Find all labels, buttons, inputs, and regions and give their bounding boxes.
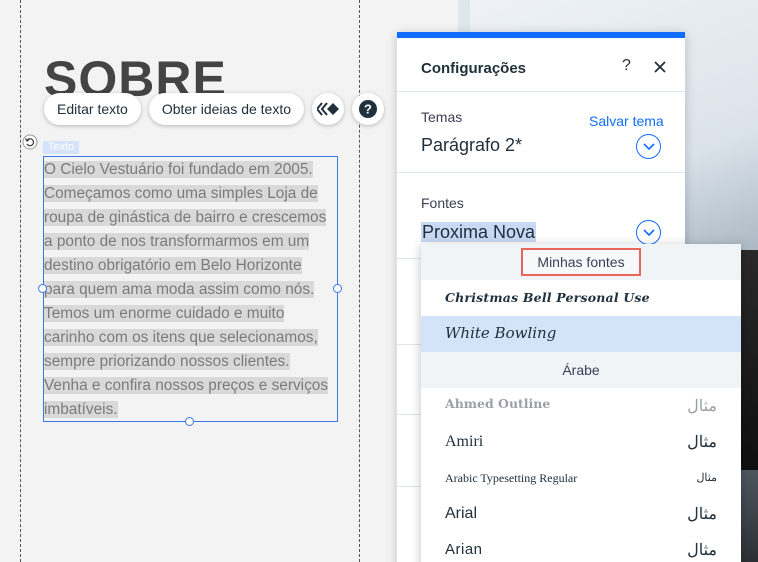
question-icon: ?: [359, 100, 378, 118]
arabic-header: Árabe: [421, 352, 741, 388]
font-option-ahmed-outline[interactable]: Ahmed Outline مثال: [421, 388, 741, 424]
close-icon[interactable]: [653, 60, 667, 74]
paragraph-line: destino obrigatório em Belo Horizonte: [44, 257, 302, 274]
text-toolbar: Editar texto Obter ideias de texto ?: [44, 93, 385, 125]
font-value[interactable]: Proxima Nova: [421, 222, 537, 243]
paragraph-line: roupa de ginástica de bairro e crescemos: [44, 209, 327, 226]
resize-handle-left[interactable]: [38, 284, 47, 293]
font-value-text: Proxima Nova: [421, 222, 537, 242]
font-option-arabic-typesetting[interactable]: Arabic Typesetting Regular مثال: [421, 460, 741, 496]
panel-help-icon[interactable]: ?: [622, 57, 631, 75]
paragraph-line: Começamos como uma simples Loja de: [44, 185, 318, 202]
themes-label: Temas: [421, 109, 463, 125]
paragraph-line: Venha e confira nossos preços e serviços: [44, 377, 329, 394]
paragraph-line: a ponto de nos transformarmos em um: [44, 233, 310, 250]
my-fonts-label: Minhas fontes: [521, 248, 641, 276]
divider: [397, 91, 685, 92]
gridline-left: [20, 0, 21, 562]
gridline-right: [359, 0, 360, 562]
paragraph-line: imbatíveis.: [44, 401, 118, 418]
paragraph-text[interactable]: O Cielo Vestuário foi fundado em 2005. C…: [44, 158, 344, 422]
font-option-white-bowling[interactable]: White Bowling: [421, 316, 741, 352]
font-option-amiri[interactable]: Amiri مثال: [421, 424, 741, 460]
save-theme-link[interactable]: Salvar tema: [589, 113, 664, 129]
paragraph-line: O Cielo Vestuário foi fundado em 2005.: [44, 161, 313, 178]
help-button[interactable]: ?: [352, 93, 385, 125]
resize-handle-bottom[interactable]: [185, 417, 194, 426]
edit-text-button[interactable]: Editar texto: [44, 93, 141, 125]
paragraph-line: Temos um enorme cuidado e muito: [44, 305, 285, 322]
resize-handle-right[interactable]: [333, 284, 342, 293]
paragraph-line: para quem ama moda assim como nós.: [44, 281, 315, 298]
chevron-down-icon: [642, 142, 655, 150]
font-option-arial[interactable]: Arial مثال: [421, 496, 741, 532]
font-dropdown-button[interactable]: [636, 220, 661, 245]
divider: [397, 172, 685, 173]
arabic-header-label: Árabe: [562, 362, 600, 378]
panel-title: Configurações: [421, 60, 527, 77]
text-ideas-button[interactable]: Obter ideias de texto: [148, 93, 305, 125]
animation-button[interactable]: [312, 93, 345, 125]
theme-value[interactable]: Parágrafo 2*: [421, 135, 522, 156]
my-fonts-header: Minhas fontes: [421, 244, 741, 280]
svg-text:?: ?: [364, 102, 372, 117]
font-option-christmas-bell[interactable]: Christmas Bell Personal Use: [421, 280, 741, 316]
animation-icon: [317, 102, 340, 116]
element-tag: Texto: [43, 141, 80, 154]
font-dropdown-list[interactable]: Minhas fontes Christmas Bell Personal Us…: [421, 244, 741, 562]
paragraph-line: sempre priorizando nossos clientes.: [44, 353, 290, 370]
fonts-label: Fontes: [421, 195, 464, 211]
undo-icon[interactable]: [22, 134, 38, 150]
chevron-down-icon: [642, 228, 655, 236]
font-option-arian[interactable]: Arian مثال: [421, 532, 741, 562]
paragraph-line: carinho com os itens que selecionamos,: [44, 329, 318, 346]
theme-dropdown-button[interactable]: [636, 134, 661, 159]
